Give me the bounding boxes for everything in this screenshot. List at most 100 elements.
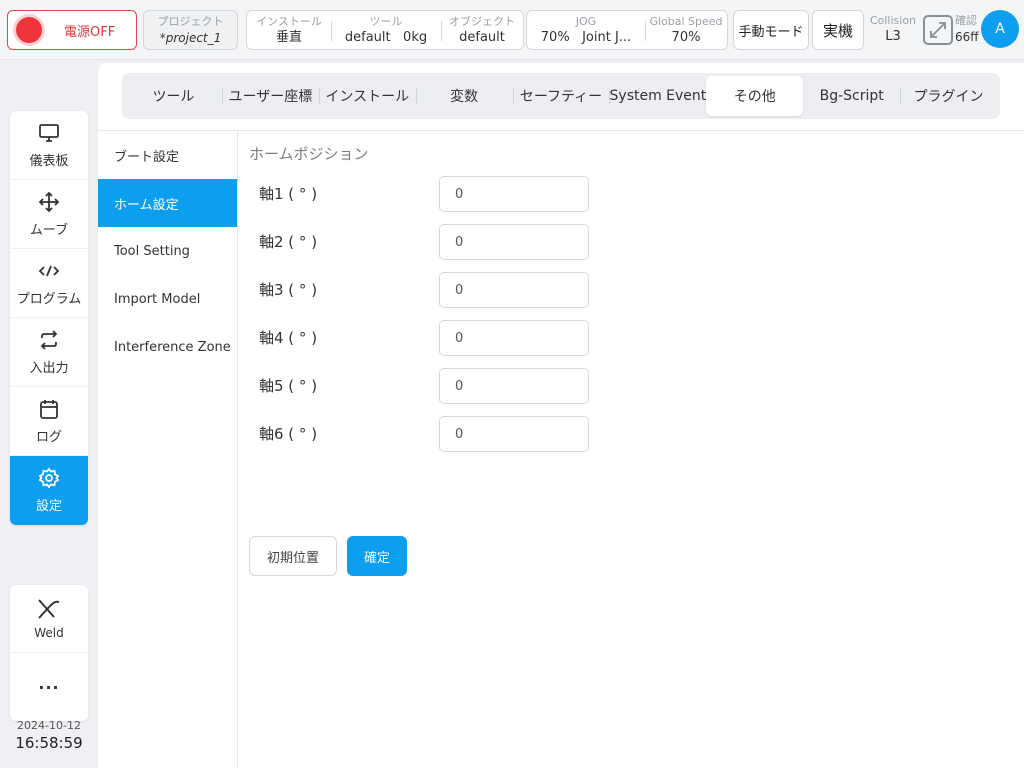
real-machine-button[interactable]: 実機 xyxy=(812,10,864,50)
jog-cell: JOG 70% Joint J... xyxy=(527,11,645,49)
tab-plugins[interactable]: プラグイン xyxy=(900,76,997,116)
axis-label: 軸6 ( ° ) xyxy=(259,425,318,443)
weld-torch-icon xyxy=(36,598,62,620)
sub-item-import-model[interactable]: Import Model xyxy=(98,275,237,323)
sub-item-tool-setting[interactable]: Tool Setting xyxy=(98,227,237,275)
axis-row: 軸2 ( ° ) xyxy=(259,224,599,260)
tab-user-coordinates[interactable]: ユーザー座標 xyxy=(221,76,319,116)
clock-time: 16:58:59 xyxy=(15,734,83,752)
global-speed-label: Global Speed xyxy=(649,15,723,28)
collision-value: L3 xyxy=(885,29,901,44)
calendar-icon xyxy=(38,398,60,420)
object-label: オブジェクト xyxy=(449,15,515,28)
axis-row: 軸4 ( ° ) xyxy=(259,320,599,356)
tab-other[interactable]: その他 xyxy=(706,76,804,116)
sub-item-interference-zone[interactable]: Interference Zone xyxy=(98,323,237,371)
install-value: 垂直 xyxy=(275,30,302,45)
axis1-input[interactable] xyxy=(439,176,589,212)
tool-name: default xyxy=(344,30,391,45)
nav-item-program[interactable]: プログラム xyxy=(10,249,88,318)
manual-mode-button[interactable]: 手動モード xyxy=(733,10,809,50)
nav-label-settings: 設定 xyxy=(35,499,62,514)
project-label: プロジェクト xyxy=(157,15,224,28)
power-label: 電源OFF xyxy=(64,24,116,40)
move-arrows-icon xyxy=(38,191,60,213)
tab-variables[interactable]: 変数 xyxy=(415,76,513,116)
gear-icon xyxy=(38,467,60,489)
tool-weight: 0kg xyxy=(403,30,428,45)
nav-item-weld[interactable]: Weld xyxy=(10,585,88,653)
nav-item-io[interactable]: 入出力 xyxy=(10,318,88,387)
install-cell: インストール 垂直 xyxy=(247,11,331,49)
axis4-input[interactable] xyxy=(439,320,589,356)
nav-item-log[interactable]: ログ xyxy=(10,387,88,456)
monitor-icon xyxy=(38,122,60,144)
tab-system-event[interactable]: System Event xyxy=(609,76,706,116)
power-button[interactable]: 電源OFF xyxy=(7,10,137,50)
axis-label: 軸4 ( ° ) xyxy=(259,329,318,347)
user-avatar[interactable]: A xyxy=(981,10,1019,48)
swap-arrows-icon xyxy=(38,329,60,351)
global-speed-cell: Global Speed 70% xyxy=(645,11,727,49)
jog-speed: 70% xyxy=(540,30,570,45)
nav-item-more[interactable]: ··· xyxy=(10,653,88,721)
axis-label: 軸2 ( ° ) xyxy=(259,233,318,251)
collision-level[interactable]: Collision L3 xyxy=(868,14,918,46)
tab-installation[interactable]: インストール xyxy=(318,76,416,116)
object-value: default xyxy=(459,30,505,45)
nav-label-log: ログ xyxy=(35,429,62,445)
nav-item-move[interactable]: ムーブ xyxy=(10,180,88,249)
axis6-input[interactable] xyxy=(439,416,589,452)
confirm-status[interactable]: 確認 66ff xyxy=(955,14,983,46)
axis5-input[interactable] xyxy=(439,368,589,404)
sub-item-home[interactable]: ホーム設定 xyxy=(98,179,237,227)
jog-mode: Joint J... xyxy=(582,30,632,45)
nav-label-dashboard: 儀表板 xyxy=(29,153,69,169)
collision-label: Collision xyxy=(869,14,917,27)
clock: 2024-10-12 16:58:59 xyxy=(10,719,88,752)
sub-item-boot[interactable]: ブート設定 xyxy=(98,131,237,179)
jog-value: 70% Joint J... xyxy=(527,29,645,47)
nav-item-dashboard[interactable]: 儀表板 xyxy=(10,111,88,180)
code-icon xyxy=(38,260,60,282)
power-indicator-icon xyxy=(16,17,42,43)
installation-status[interactable]: インストール 垂直 ツール default 0kg オブジェクト default xyxy=(246,10,524,50)
settings-tabs: ツール ユーザー座標 インストール 変数 セーフティー System Event… xyxy=(122,73,1000,119)
top-bar: 電源OFF プロジェクト *project_1 インストール 垂直 ツール de… xyxy=(0,0,1024,60)
nav-label-move: ムーブ xyxy=(29,222,69,238)
axis-label: 軸5 ( ° ) xyxy=(259,377,318,395)
sub-menu: ブート設定 ホーム設定 Tool Setting Import Model In… xyxy=(98,131,238,768)
tab-safety[interactable]: セーフティー xyxy=(512,76,610,116)
axis-row: 軸3 ( ° ) xyxy=(259,272,599,308)
axis-label: 軸3 ( ° ) xyxy=(259,281,318,299)
global-speed-value: 70% xyxy=(671,30,701,45)
nav-label-weld: Weld xyxy=(34,625,64,640)
install-label: インストール xyxy=(256,15,322,28)
tool-label: ツール xyxy=(369,15,403,28)
extra-nav: Weld ··· xyxy=(10,585,88,721)
project-selector[interactable]: プロジェクト *project_1 xyxy=(143,10,238,50)
settings-panel: ツール ユーザー座標 インストール 変数 セーフティー System Event… xyxy=(98,63,1024,768)
project-value: *project_1 xyxy=(159,31,222,45)
nav-label-io: 入出力 xyxy=(29,360,69,376)
axis-label: 軸1 ( ° ) xyxy=(259,185,318,203)
section-title: ホームポジション xyxy=(249,145,369,163)
initial-position-button[interactable]: 初期位置 xyxy=(249,536,337,576)
jog-label: JOG xyxy=(575,15,597,28)
axis3-input[interactable] xyxy=(439,272,589,308)
nav-label-program: プログラム xyxy=(16,291,82,307)
clock-date: 2024-10-12 xyxy=(17,719,81,732)
tab-bg-script[interactable]: Bg-Script xyxy=(803,76,900,116)
axis-row: 軸6 ( ° ) xyxy=(259,416,599,452)
expand-icon[interactable] xyxy=(923,15,953,45)
confirm-value: 66ff xyxy=(955,30,979,44)
main-nav: 儀表板 ムーブ プログラム 入出力 ログ 設定 xyxy=(10,111,88,525)
axis-row: 軸1 ( ° ) xyxy=(259,176,599,212)
confirm-button[interactable]: 確定 xyxy=(347,536,407,576)
home-position-form: ホームポジション 軸1 ( ° ) 軸2 ( ° ) 軸3 ( ° ) 軸4 (… xyxy=(249,131,1009,731)
axis2-input[interactable] xyxy=(439,224,589,260)
tool-value: default 0kg xyxy=(331,29,441,47)
nav-item-settings[interactable]: 設定 xyxy=(10,456,88,525)
jog-status[interactable]: JOG 70% Joint J... Global Speed 70% xyxy=(526,10,728,50)
tab-tool[interactable]: ツール xyxy=(125,76,222,116)
